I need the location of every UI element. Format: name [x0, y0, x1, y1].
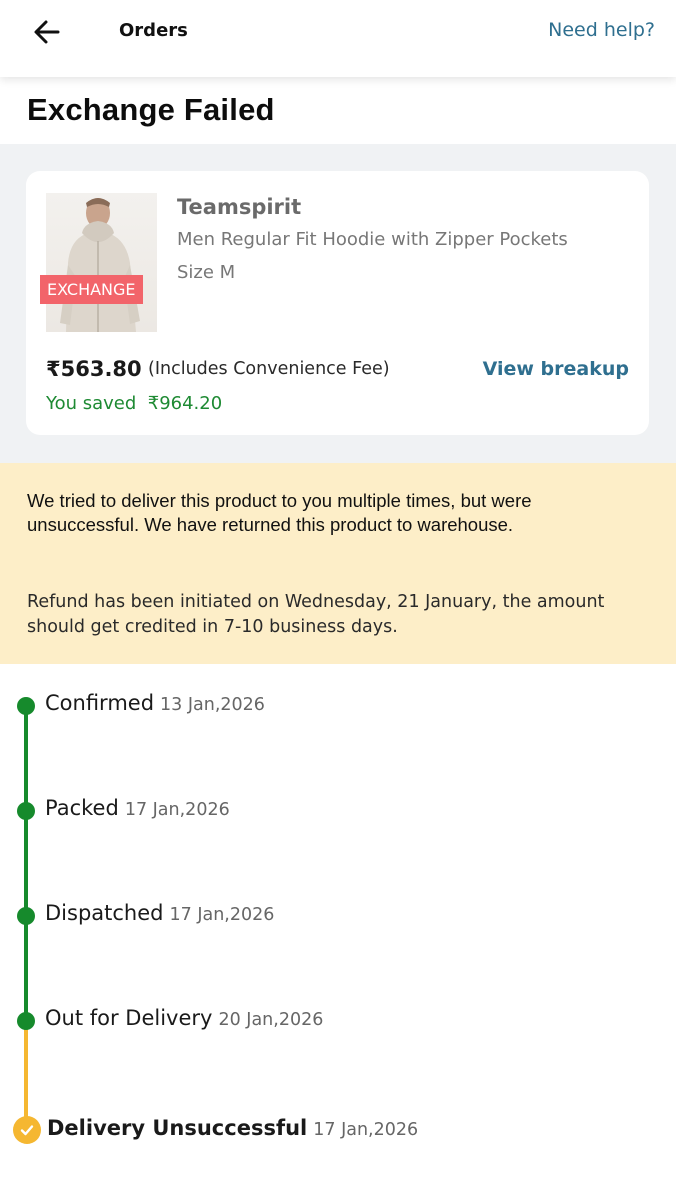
timeline-step-label: Delivery Unsuccessful [47, 1116, 308, 1140]
timeline-dot [17, 907, 35, 925]
timeline-status-indicator [13, 1116, 41, 1144]
notice-message: We tried to deliver this product to you … [27, 490, 532, 535]
back-arrow-icon [34, 20, 60, 44]
timeline-step-date: 20 Jan,2026 [218, 1010, 324, 1030]
timeline-step-date: 17 Jan,2026 [313, 1120, 419, 1140]
back-button[interactable] [30, 16, 64, 50]
header-title: Orders [119, 20, 188, 41]
refund-message: Refund has been initiated on Wednesday, … [27, 592, 605, 637]
timeline-step-label: Packed [45, 796, 119, 820]
product-image[interactable] [46, 193, 157, 332]
product-size: Size M [177, 262, 236, 283]
timeline-step-label: Confirmed [45, 691, 155, 715]
product-brand: Teamspirit [177, 195, 302, 219]
timeline-dot [17, 697, 35, 715]
timeline-step-confirmed: Confirmed 13 Jan,2026 [45, 691, 265, 715]
price-note: (Includes Convenience Fee) [148, 359, 390, 379]
savings-text: You saved ₹964.20 [46, 393, 223, 414]
hoodie-model-illustration [60, 198, 140, 332]
need-help-link[interactable]: Need help? [548, 19, 655, 41]
timeline-step-delivery-unsuccessful: Delivery Unsuccessful 17 Jan,2026 [47, 1116, 418, 1140]
exchange-badge: EXCHANGE [40, 275, 143, 304]
product-price: ₹563.80 [46, 357, 142, 381]
timeline-line-pending [24, 1020, 28, 1130]
timeline-step-out-for-delivery: Out for Delivery 20 Jan,2026 [45, 1006, 323, 1030]
timeline-step-date: 17 Jan,2026 [169, 905, 275, 925]
view-breakup-link[interactable]: View breakup [483, 358, 629, 380]
delivery-notice: We tried to deliver this product to you … [0, 463, 676, 664]
timeline-dot [17, 1012, 35, 1030]
timeline-line-complete [24, 705, 28, 1020]
timeline-step-date: 13 Jan,2026 [160, 695, 265, 715]
timeline-step-dispatched: Dispatched 17 Jan,2026 [45, 901, 274, 925]
check-icon [20, 1125, 34, 1136]
page-title: Exchange Failed [27, 92, 275, 127]
timeline-step-label: Dispatched [45, 901, 164, 925]
timeline-step-date: 17 Jan,2026 [124, 800, 230, 820]
product-card[interactable]: EXCHANGE Teamspirit Men Regular Fit Hood… [26, 171, 649, 435]
timeline-step-label: Out for Delivery [45, 1006, 213, 1030]
timeline-dot [17, 802, 35, 820]
product-name: Men Regular Fit Hoodie with Zipper Pocke… [177, 229, 568, 250]
timeline-step-packed: Packed 17 Jan,2026 [45, 796, 230, 820]
top-app-bar: Orders Need help? [0, 0, 676, 77]
